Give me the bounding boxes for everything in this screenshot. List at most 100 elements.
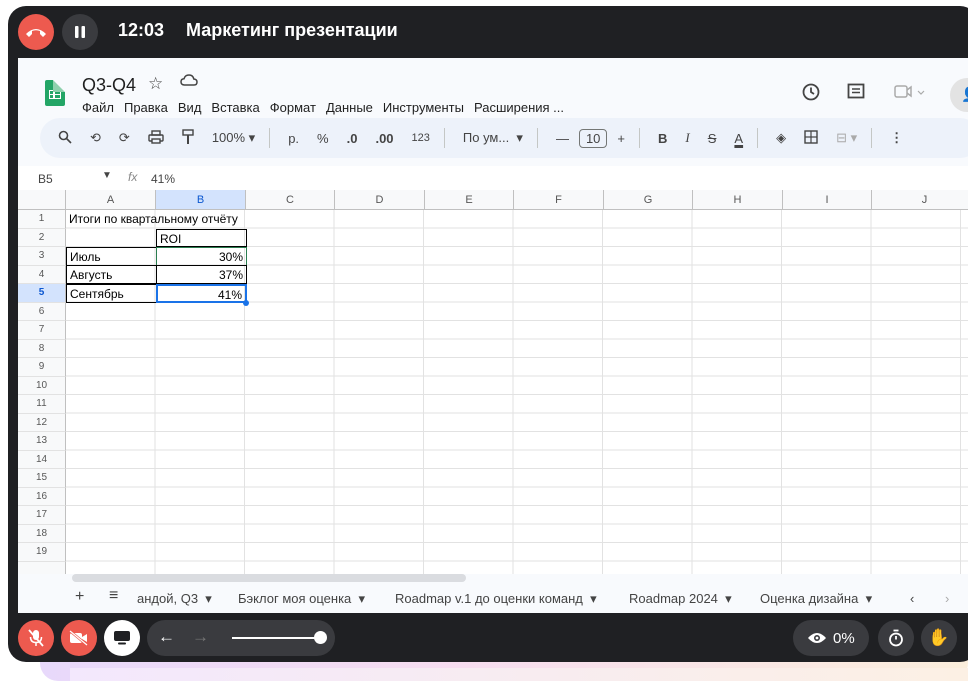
- row-header[interactable]: 8: [18, 339, 66, 358]
- row-header[interactable]: 13: [18, 432, 66, 451]
- menu-edit[interactable]: Правка: [124, 100, 168, 115]
- fill-handle[interactable]: [243, 299, 249, 306]
- sheet-tab[interactable]: Roadmap v.1 до оценки команд ▾: [395, 591, 597, 607]
- sheet-tab[interactable]: Оценка дизайна ▾: [760, 591, 872, 607]
- cell-b2[interactable]: ROI: [156, 228, 247, 247]
- cell-b4[interactable]: 37%: [156, 265, 247, 284]
- column-header[interactable]: H: [693, 190, 783, 210]
- star-icon[interactable]: ☆: [148, 74, 163, 94]
- column-header[interactable]: A: [66, 190, 156, 210]
- decrease-decimal-button[interactable]: .0: [347, 131, 358, 146]
- borders-icon[interactable]: [804, 129, 818, 147]
- italic-button[interactable]: I: [685, 130, 689, 146]
- increase-decimal-button[interactable]: .00: [375, 131, 393, 146]
- formula-input[interactable]: 41%: [151, 172, 175, 186]
- name-box[interactable]: B5: [38, 172, 53, 186]
- zoom-select[interactable]: 100% ▾: [212, 130, 255, 146]
- arrow-right-icon[interactable]: →: [192, 627, 209, 647]
- text-color-button[interactable]: A: [734, 131, 743, 146]
- sheet-tab[interactable]: Бэклог моя оценка ▾: [238, 591, 365, 607]
- video-icon[interactable]: [894, 82, 926, 107]
- row-header[interactable]: 19: [18, 543, 66, 562]
- menu-format[interactable]: Формат: [270, 100, 316, 115]
- row-header[interactable]: 2: [18, 228, 66, 247]
- merge-cells-icon[interactable]: ⊟ ▾: [836, 130, 857, 146]
- cell-a5[interactable]: Сентябрь: [66, 283, 157, 303]
- horizontal-scrollbar[interactable]: [72, 574, 466, 582]
- column-header[interactable]: J: [872, 190, 968, 210]
- spreadsheet-grid[interactable]: A B C D E F G H I J 1 2 3 4 5 6 7 8 9 10…: [18, 190, 968, 574]
- row-header[interactable]: 10: [18, 376, 66, 395]
- cell-b3[interactable]: 30%: [156, 246, 247, 266]
- row-header[interactable]: 9: [18, 358, 66, 377]
- search-menus-icon[interactable]: [58, 130, 72, 147]
- select-all-corner[interactable]: [18, 190, 66, 210]
- sheet-tab[interactable]: Roadmap 2024 ▾: [629, 591, 732, 607]
- row-header[interactable]: 5: [18, 284, 66, 303]
- chevron-down-icon[interactable]: ▼: [102, 170, 112, 181]
- cell-a4[interactable]: Августь: [66, 265, 157, 284]
- row-header[interactable]: 4: [18, 265, 66, 284]
- all-sheets-icon[interactable]: ≡: [109, 587, 118, 605]
- undo-icon[interactable]: ⟲: [90, 130, 101, 146]
- currency-format-button[interactable]: р.: [288, 131, 299, 146]
- percent-format-button[interactable]: %: [317, 131, 329, 146]
- comment-icon[interactable]: [846, 82, 866, 107]
- history-icon[interactable]: [801, 82, 821, 107]
- pause-button[interactable]: [62, 14, 98, 50]
- row-header[interactable]: 16: [18, 487, 66, 506]
- redo-icon[interactable]: ⟳: [119, 130, 130, 146]
- cell-a3[interactable]: Июль: [66, 246, 157, 266]
- menu-insert[interactable]: Вставка: [211, 100, 259, 115]
- volume-slider-track[interactable]: [232, 637, 320, 639]
- menu-view[interactable]: Вид: [178, 100, 202, 115]
- row-header[interactable]: 12: [18, 413, 66, 432]
- column-header[interactable]: E: [425, 190, 514, 210]
- menu-file[interactable]: Файл: [82, 100, 114, 115]
- row-header[interactable]: 1: [18, 210, 66, 229]
- scroll-tabs-left-icon[interactable]: ‹: [910, 591, 914, 606]
- hangup-button[interactable]: [18, 14, 54, 50]
- raise-hand-button[interactable]: ✋: [921, 620, 957, 656]
- cell-b5-selected[interactable]: 41%: [156, 283, 247, 303]
- row-header[interactable]: 14: [18, 450, 66, 469]
- arrow-left-icon[interactable]: ←: [158, 627, 175, 647]
- row-header[interactable]: 6: [18, 302, 66, 321]
- row-header[interactable]: 7: [18, 321, 66, 340]
- bold-button[interactable]: B: [658, 131, 667, 146]
- font-select[interactable]: По ум... ▾: [463, 130, 523, 146]
- row-header[interactable]: 11: [18, 395, 66, 414]
- column-header[interactable]: C: [246, 190, 335, 210]
- column-header[interactable]: F: [514, 190, 604, 210]
- number-format-button[interactable]: 123: [412, 132, 430, 144]
- column-header[interactable]: B: [156, 190, 246, 210]
- row-header[interactable]: 15: [18, 469, 66, 488]
- share-button[interactable]: 👤: [950, 78, 968, 112]
- menu-tools[interactable]: Инструменты: [383, 100, 464, 115]
- add-sheet-icon[interactable]: +: [75, 588, 84, 606]
- menu-extensions[interactable]: Расширения ...: [474, 100, 564, 115]
- camera-toggle-button[interactable]: [61, 620, 97, 656]
- column-header[interactable]: G: [604, 190, 693, 210]
- cell-a1[interactable]: Итоги по квартальному отчёту: [66, 210, 241, 229]
- viewers-indicator[interactable]: 0%: [793, 620, 869, 656]
- sheet-tab[interactable]: андой, Q3 ▾: [137, 591, 212, 607]
- screen-share-button[interactable]: [104, 620, 140, 656]
- fill-color-icon[interactable]: ◈: [776, 130, 786, 146]
- strikethrough-button[interactable]: S: [708, 131, 717, 146]
- font-size-input[interactable]: 10: [578, 128, 608, 148]
- row-header[interactable]: 18: [18, 524, 66, 543]
- print-icon[interactable]: [148, 129, 164, 147]
- font-size-decrease-button[interactable]: —: [556, 131, 569, 146]
- paint-format-icon[interactable]: [182, 128, 194, 148]
- timer-button[interactable]: [878, 620, 914, 656]
- more-options-icon[interactable]: ⋮: [890, 130, 903, 146]
- volume-slider-thumb[interactable]: [314, 631, 327, 644]
- column-header[interactable]: I: [783, 190, 872, 210]
- row-header[interactable]: 17: [18, 506, 66, 525]
- row-header[interactable]: 3: [18, 247, 66, 266]
- scroll-tabs-right-icon[interactable]: ›: [945, 591, 949, 606]
- font-size-increase-button[interactable]: +: [617, 131, 625, 146]
- mic-toggle-button[interactable]: [18, 620, 54, 656]
- column-header[interactable]: D: [335, 190, 425, 210]
